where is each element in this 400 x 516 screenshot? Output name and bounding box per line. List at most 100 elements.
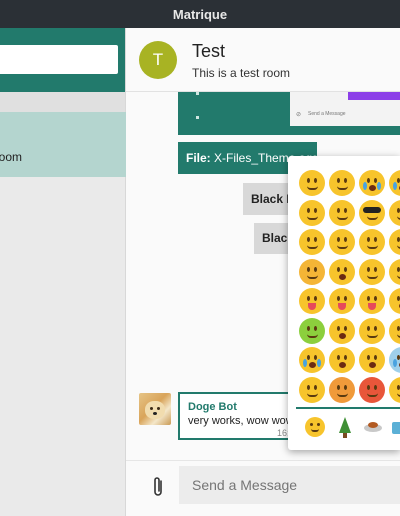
dizzy-emoji[interactable]: [299, 376, 325, 403]
emoji-feature: [367, 275, 378, 279]
tongue-emoji[interactable]: [299, 288, 325, 314]
grinning-emoji[interactable]: [299, 170, 325, 196]
emoji-eye: [314, 266, 317, 272]
emoji-eye: [344, 178, 347, 183]
joy-emoji[interactable]: [359, 170, 385, 196]
slight-smile-emoji[interactable]: [299, 229, 325, 255]
paperclip-icon: ⊘: [296, 112, 302, 118]
emoji-eye: [337, 207, 340, 213]
confused-emoji[interactable]: [389, 317, 400, 344]
sidebar: st room: [0, 28, 126, 516]
fearful-emoji[interactable]: [329, 347, 355, 373]
anguished-emoji[interactable]: [359, 347, 385, 373]
thinking-emoji[interactable]: [359, 229, 385, 255]
emoji-eye: [337, 178, 340, 183]
emoji-eye: [367, 237, 370, 242]
sender-avatar[interactable]: [139, 393, 171, 425]
emoji-eye: [314, 178, 317, 183]
squint-tongue-emoji[interactable]: [359, 288, 385, 314]
room-avatar[interactable]: T: [139, 41, 177, 79]
emoji-eye: [344, 296, 347, 301]
emoji-eye: [337, 325, 340, 331]
emoji-eye: [367, 266, 370, 272]
emoji-feature: [337, 216, 348, 220]
emoji-eye: [374, 384, 377, 390]
image-message[interactable]: ⊘ Send a Message: [178, 92, 400, 135]
emoji-eye: [314, 355, 317, 360]
image-preview: ⊘ Send a Message: [290, 92, 400, 126]
cold-sweat-emoji[interactable]: [389, 347, 400, 373]
image-preview-bar: [348, 92, 400, 100]
tree-trunk: [343, 433, 347, 438]
nature-icon[interactable]: [332, 414, 358, 440]
astonished-emoji[interactable]: [329, 317, 355, 344]
beaming-emoji[interactable]: [329, 170, 355, 196]
heart-eyes-emoji[interactable]: [389, 199, 400, 226]
file-label: File:: [186, 151, 211, 165]
doge-face: [145, 401, 165, 419]
emoji-feature: [307, 245, 318, 249]
paperclip-icon[interactable]: [152, 475, 166, 499]
emoji-feature: [369, 362, 376, 368]
sidebar-section-divider: [0, 92, 125, 112]
cowboy-emoji[interactable]: [389, 376, 400, 403]
emoji-eye: [314, 325, 317, 331]
emoji-eye: [367, 296, 370, 301]
emoji-eye: [367, 355, 370, 360]
food-icon[interactable]: [360, 414, 386, 440]
search-input[interactable]: [0, 45, 118, 74]
emoji-eye: [344, 325, 347, 331]
emoji-feature: [367, 245, 378, 249]
emoji-feature: [377, 182, 381, 190]
emoji-eye: [374, 355, 377, 360]
neutral-emoji[interactable]: [389, 229, 400, 255]
money-mouth-emoji[interactable]: [299, 317, 325, 344]
emoji-feature: [367, 393, 378, 397]
persevere-emoji[interactable]: [299, 258, 325, 285]
emoji-feature: [307, 275, 318, 279]
emoji-eye: [374, 296, 377, 301]
angry-emoji[interactable]: [329, 376, 355, 403]
emoji-feature: [339, 273, 346, 280]
emoji-eye: [374, 178, 377, 183]
frowning-emoji[interactable]: [359, 317, 385, 344]
message-input[interactable]: [179, 466, 400, 504]
emoji-eye: [374, 237, 377, 242]
sidebar-item-test-room[interactable]: st room: [0, 112, 126, 177]
sidebar-header: [0, 28, 125, 92]
hushed-emoji[interactable]: [329, 258, 355, 285]
smile-emoji[interactable]: [299, 199, 325, 226]
smileys-icon-face: [305, 417, 325, 437]
emoji-eye: [367, 178, 370, 183]
winking-tongue-emoji[interactable]: [329, 288, 355, 314]
window-titlebar: Matrique: [0, 0, 400, 28]
emoji-feature: [307, 393, 318, 397]
rofl-emoji[interactable]: [389, 170, 400, 196]
doge-nose: [153, 412, 157, 415]
emoji-eye: [307, 384, 310, 390]
zipper-emoji[interactable]: [359, 258, 385, 285]
rage-emoji[interactable]: [359, 376, 385, 403]
image-preview-text: Send a Message: [308, 111, 346, 117]
sleepy-emoji[interactable]: [389, 258, 400, 285]
tree-shape: [339, 417, 351, 433]
sunglasses-emoji[interactable]: [359, 199, 385, 226]
yum-emoji[interactable]: [329, 199, 355, 226]
smileys-icon[interactable]: [302, 414, 328, 440]
emoji-picker: [288, 156, 400, 450]
room-name: Test: [192, 41, 226, 61]
emoji-eye: [374, 325, 377, 331]
travel-icon[interactable]: [388, 414, 400, 440]
emoji-eye: [344, 237, 347, 242]
room-item-subtitle: st room: [0, 150, 23, 164]
emoji-feature: [309, 362, 316, 368]
hugging-emoji[interactable]: [329, 229, 355, 255]
doge-eye: [157, 407, 160, 410]
emoji-eye: [337, 296, 340, 301]
drool-emoji[interactable]: [389, 288, 400, 314]
emoji-feature: [363, 206, 381, 213]
emoji-feature: [307, 334, 318, 338]
sob-emoji[interactable]: [299, 347, 325, 373]
doge-eye: [150, 407, 153, 410]
emoji-eye: [314, 207, 317, 213]
